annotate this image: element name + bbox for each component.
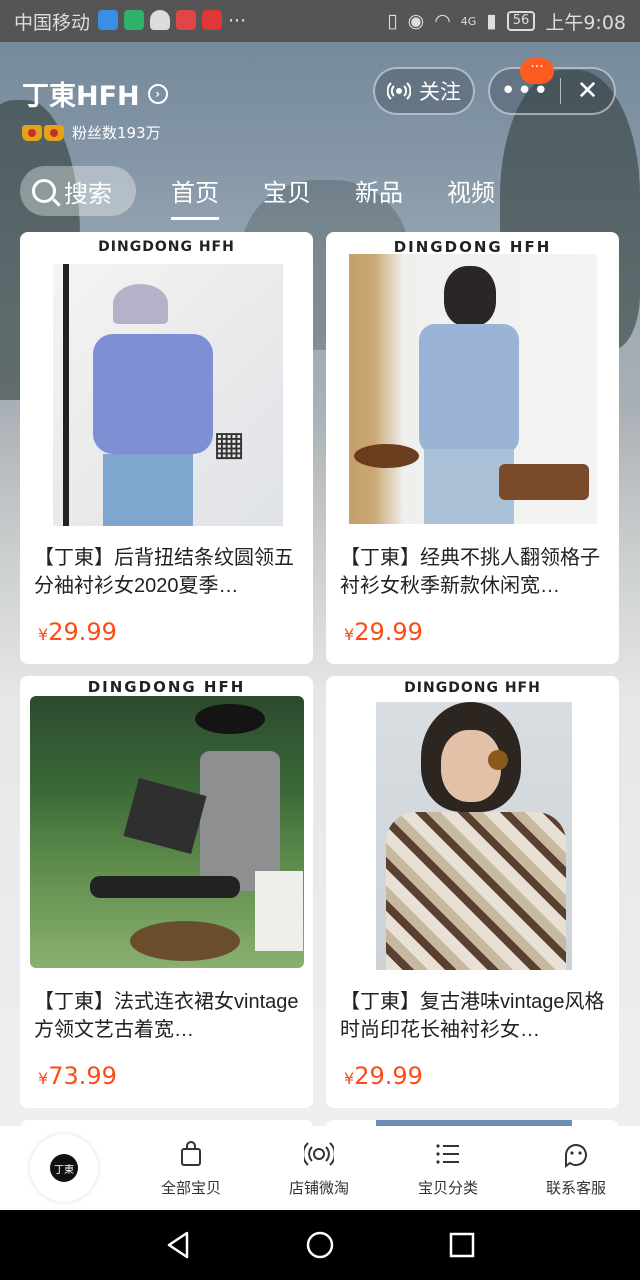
- chat-face-icon: [565, 1143, 587, 1168]
- baidu-app-icon: [176, 10, 197, 30]
- shop-name-text: 丁東HFH: [22, 81, 140, 112]
- network-type: 4G: [460, 14, 477, 28]
- more-notifications-icon: ···: [228, 10, 247, 32]
- fans-count: 粉丝数193万: [22, 122, 161, 143]
- tab-home[interactable]: 首页: [171, 173, 219, 220]
- close-icon: ✕: [576, 76, 599, 106]
- broadcast-icon: [304, 1141, 334, 1166]
- tab-video[interactable]: 视频: [447, 173, 495, 208]
- price-value: 73.99: [48, 1062, 117, 1090]
- chevron-right-icon: ›: [147, 83, 168, 104]
- search-button[interactable]: 搜索: [20, 166, 136, 216]
- shop-name[interactable]: 丁東HFH ›: [22, 74, 168, 113]
- bottom-tab-label: 宝贝分类: [417, 1178, 478, 1197]
- wifi-icon: ◠: [434, 10, 451, 32]
- price-value: 29.99: [48, 618, 117, 646]
- qq-icon: [150, 10, 171, 30]
- back-icon[interactable]: [163, 1230, 193, 1260]
- shop-logo[interactable]: 丁東: [30, 1134, 98, 1202]
- currency-symbol: ¥: [344, 625, 355, 644]
- bottom-tab-all-products[interactable]: 全部宝贝: [136, 1126, 246, 1210]
- clock: 上午9:08: [545, 11, 626, 34]
- list-icon: [436, 1143, 459, 1164]
- image-watermark: [398, 942, 548, 960]
- shop-logo-mark: 丁東: [50, 1154, 78, 1182]
- product-price: ¥29.99: [344, 618, 423, 646]
- toutiao-app-icon: [202, 10, 223, 30]
- product-brand: DINGDONG HFH: [404, 680, 541, 696]
- follow-button[interactable]: 关注: [373, 67, 475, 115]
- product-card[interactable]: DINGDONG HFH ▦ 【丁東】后背扭结条纹圆领五分袖衬衫女2020夏季……: [20, 232, 313, 664]
- tab-new[interactable]: 新品: [355, 173, 403, 208]
- product-image[interactable]: [376, 702, 572, 970]
- recents-icon[interactable]: [447, 1230, 477, 1260]
- price-value: 29.99: [354, 618, 423, 646]
- product-image[interactable]: [30, 696, 304, 968]
- product-card[interactable]: DINGDONG HFH 【丁東】经典不挑人翻领格子衬衫女秋季新款休闲宽… ¥2…: [326, 232, 619, 664]
- product-price: ¥29.99: [344, 1062, 423, 1090]
- signal-icon: ▮: [486, 10, 497, 32]
- notification-icons: ···: [98, 10, 246, 32]
- iqiyi-app-icon: [124, 10, 145, 30]
- product-price: ¥29.99: [38, 618, 117, 646]
- price-value: 29.99: [354, 1062, 423, 1090]
- product-brand: DINGDONG HFH: [98, 239, 235, 255]
- product-title: 【丁東】法式连衣裙女vintage方领文艺古着宽…: [34, 991, 299, 1041]
- close-button[interactable]: ✕: [561, 76, 614, 106]
- system-nav-bar: [0, 1210, 640, 1280]
- eye-icon: ◉: [407, 10, 425, 32]
- crown-icons: [22, 124, 64, 141]
- product-title: 【丁東】经典不挑人翻领格子衬衫女秋季新款休闲宽…: [340, 547, 600, 597]
- search-icon: [32, 179, 56, 203]
- bottom-tab-bar: 丁東 全部宝贝 店铺微淘 宝贝分类 联系客服: [0, 1126, 640, 1210]
- product-image[interactable]: [349, 254, 597, 524]
- search-label: 搜索: [64, 179, 112, 208]
- follow-label: 关注: [419, 80, 461, 104]
- bottom-tab-label: 联系客服: [545, 1178, 606, 1197]
- home-icon[interactable]: [305, 1230, 335, 1260]
- bottom-tab-shop-feed[interactable]: 店铺微淘: [264, 1126, 374, 1210]
- tab-products[interactable]: 宝贝: [263, 173, 311, 208]
- battery-indicator: 56: [506, 11, 536, 31]
- crown-icon: [22, 124, 42, 141]
- product-image[interactable]: ▦: [53, 264, 283, 526]
- shopping-bag-icon: [181, 1140, 201, 1166]
- status-bar: 中国移动 ··· ▯ ◉ ◠ 4G ▮ 56 上午9:08: [0, 0, 640, 42]
- currency-symbol: ¥: [38, 625, 49, 644]
- fans-count-text: 粉丝数193万: [72, 124, 161, 142]
- currency-symbol: ¥: [344, 1069, 355, 1088]
- notification-badge: ···: [520, 58, 554, 84]
- bottom-tab-customer-service[interactable]: 联系客服: [521, 1126, 631, 1210]
- carrier-label: 中国移动: [14, 11, 91, 34]
- bottom-tab-categories[interactable]: 宝贝分类: [393, 1126, 503, 1210]
- bottom-tab-label: 店铺微淘: [288, 1178, 349, 1197]
- product-title: 【丁東】后背扭结条纹圆领五分袖衬衫女2020夏季…: [34, 547, 294, 597]
- product-title: 【丁東】复古港味vintage风格时尚印花长袖衬衫女…: [340, 991, 605, 1041]
- bottom-tab-label: 全部宝贝: [160, 1178, 221, 1197]
- product-brand: DINGDONG HFH: [87, 678, 246, 696]
- shield-app-icon: [98, 10, 119, 30]
- more-dots-icon: •••: [500, 76, 550, 106]
- currency-symbol: ¥: [38, 1069, 49, 1088]
- product-price: ¥73.99: [38, 1062, 117, 1090]
- product-card[interactable]: DINGDONG HFH 【丁東】法式连衣裙女vintage方领文艺古着宽… ¥…: [20, 676, 313, 1108]
- vibrate-icon: ▯: [387, 10, 398, 32]
- broadcast-icon: [387, 82, 411, 100]
- crown-icon: [44, 124, 64, 141]
- product-card[interactable]: DINGDONG HFH 【丁東】复古港味vintage风格时尚印花长袖衬衫女……: [326, 676, 619, 1108]
